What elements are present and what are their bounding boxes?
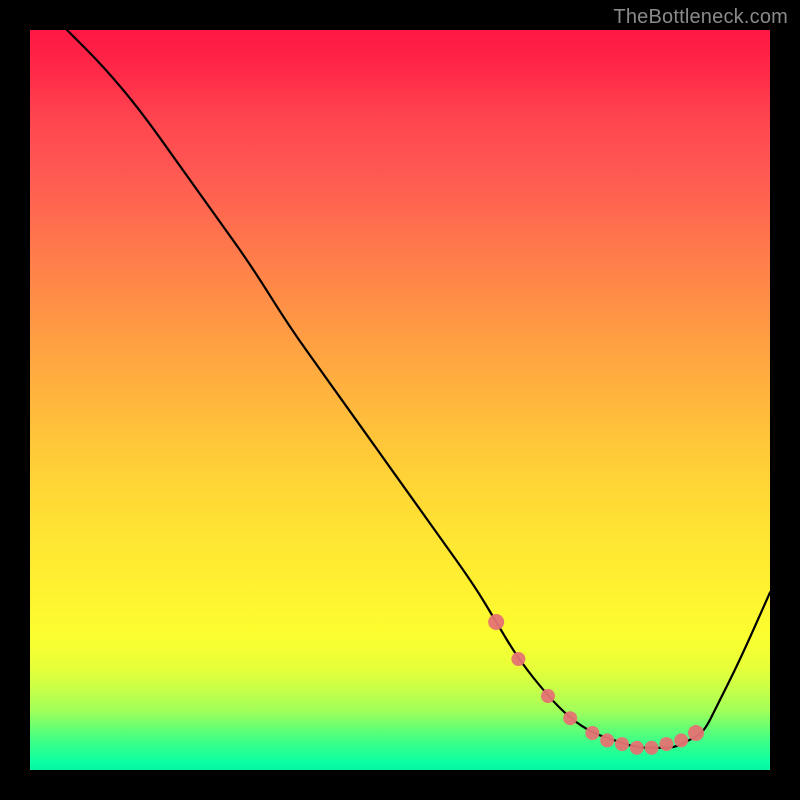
watermark-label: TheBottleneck.com bbox=[613, 6, 788, 29]
highlight-marker bbox=[674, 733, 688, 747]
curve-layer bbox=[30, 30, 770, 770]
highlight-marker bbox=[630, 741, 644, 755]
highlight-marker bbox=[488, 614, 504, 630]
marker-group bbox=[488, 614, 704, 755]
bottleneck-curve bbox=[67, 30, 770, 748]
highlight-marker bbox=[659, 737, 673, 751]
plot-area bbox=[30, 30, 770, 770]
highlight-marker bbox=[563, 711, 577, 725]
highlight-marker bbox=[585, 726, 599, 740]
highlight-marker bbox=[615, 737, 629, 751]
chart-frame: TheBottleneck.com bbox=[0, 0, 800, 800]
highlight-marker bbox=[645, 741, 659, 755]
highlight-marker bbox=[541, 689, 555, 703]
highlight-marker bbox=[688, 725, 704, 741]
highlight-marker bbox=[600, 733, 614, 747]
highlight-marker bbox=[511, 652, 525, 666]
